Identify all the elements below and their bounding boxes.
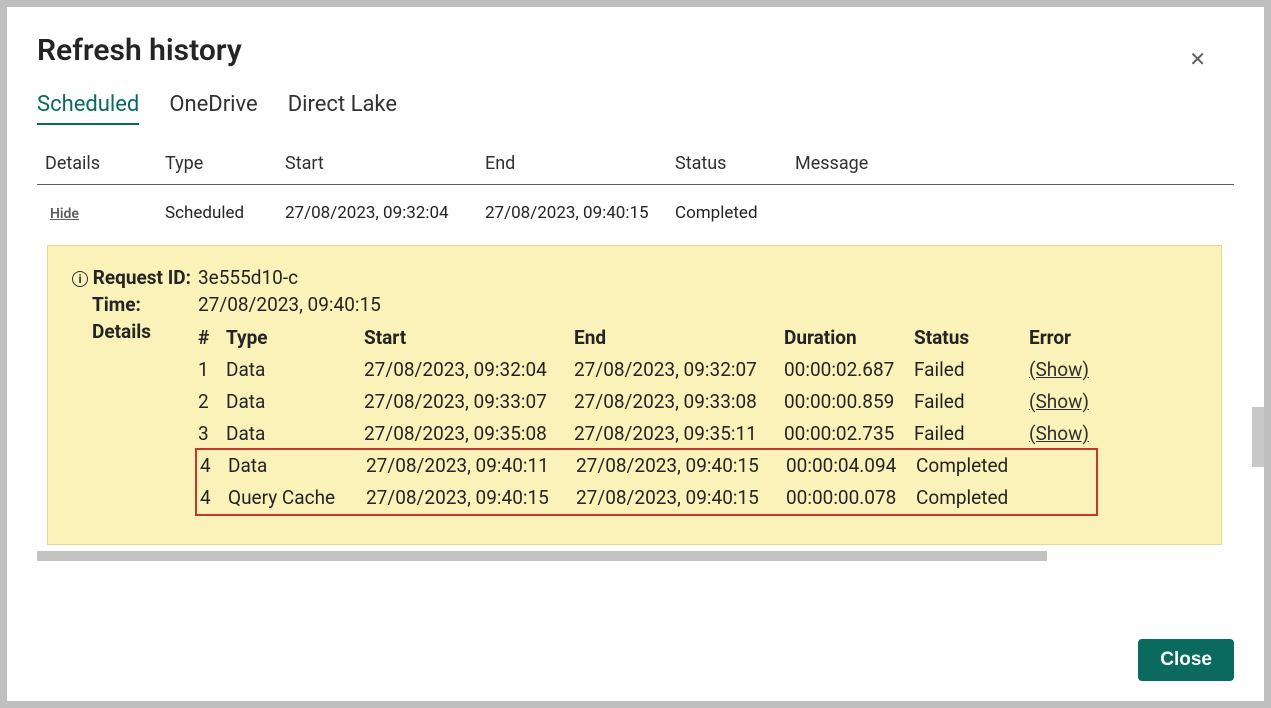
drow-type: Query Cache (228, 482, 366, 514)
dcol-start: Start (364, 322, 574, 354)
row-type: Scheduled (165, 203, 285, 223)
details-label: Details (68, 320, 198, 343)
drow-error: (Show) (1029, 418, 1109, 450)
row-status: Completed (675, 203, 795, 223)
details-row: 2Data27/08/2023, 09:33:0727/08/2023, 09:… (198, 386, 1201, 418)
drow-error: (Show) (1029, 354, 1109, 386)
dcol-type: Type (226, 322, 364, 354)
request-id-label: i Request ID: (68, 266, 198, 289)
show-error-link[interactable]: (Show) (1029, 390, 1089, 413)
dcol-status: Status (914, 322, 1029, 354)
drow-type: Data (226, 354, 364, 386)
close-icon[interactable]: ✕ (1189, 49, 1206, 69)
drow-n: 2 (198, 386, 226, 418)
col-details: Details (45, 153, 165, 174)
drow-status: Failed (914, 418, 1029, 450)
vertical-scrollbar[interactable] (1252, 407, 1264, 467)
highlight-box: 4Data27/08/2023, 09:40:1127/08/2023, 09:… (195, 448, 1098, 516)
request-id-label-text: Request ID: (93, 266, 191, 289)
drow-duration: 00:00:00.859 (784, 386, 914, 418)
col-start: Start (285, 153, 485, 174)
details-table: # Type Start End Duration Status Error 1… (198, 322, 1201, 516)
col-status: Status (675, 153, 795, 174)
drow-error (1031, 450, 1111, 482)
drow-status: Failed (914, 386, 1029, 418)
col-message: Message (795, 153, 995, 174)
show-error-link[interactable]: (Show) (1029, 358, 1089, 381)
drow-duration: 00:00:02.687 (784, 354, 914, 386)
dcol-duration: Duration (784, 322, 914, 354)
history-table-header: Details Type Start End Status Message (37, 153, 1234, 185)
drow-end: 27/08/2023, 09:35:11 (574, 418, 784, 450)
drow-n: 4 (200, 482, 228, 514)
dialog-body: ✕ Refresh history Scheduled OneDrive Dir… (7, 7, 1264, 701)
table-row: Hide Scheduled 27/08/2023, 09:32:04 27/0… (37, 185, 1234, 233)
drow-n: 3 (198, 418, 226, 450)
drow-error: (Show) (1029, 386, 1109, 418)
dialog-frame: ✕ Refresh history Scheduled OneDrive Dir… (0, 0, 1271, 708)
details-row: 3Data27/08/2023, 09:35:0827/08/2023, 09:… (198, 418, 1201, 450)
info-icon: i (72, 271, 88, 287)
drow-type: Data (226, 386, 364, 418)
drow-duration: 00:00:02.735 (784, 418, 914, 450)
tab-bar: Scheduled OneDrive Direct Lake (37, 92, 1234, 125)
drow-type: Data (228, 450, 366, 482)
drow-status: Completed (916, 482, 1031, 514)
tab-direct-lake[interactable]: Direct Lake (288, 92, 397, 125)
drow-n: 1 (198, 354, 226, 386)
row-start: 27/08/2023, 09:32:04 (285, 203, 485, 223)
drow-end: 27/08/2023, 09:40:15 (576, 482, 786, 514)
dcol-n: # (198, 322, 226, 354)
drow-start: 27/08/2023, 09:33:07 (364, 386, 574, 418)
col-type: Type (165, 153, 285, 174)
drow-end: 27/08/2023, 09:32:07 (574, 354, 784, 386)
row-end: 27/08/2023, 09:40:15 (485, 203, 675, 223)
detail-panel: i Request ID: 3e555d10-c Time: 27/08/202… (47, 245, 1222, 545)
drow-status: Failed (914, 354, 1029, 386)
close-button[interactable]: Close (1138, 639, 1234, 681)
dcol-end: End (574, 322, 784, 354)
time-value: 27/08/2023, 09:40:15 (198, 293, 1201, 316)
col-end: End (485, 153, 675, 174)
drow-start: 27/08/2023, 09:40:15 (366, 482, 576, 514)
horizontal-scrollbar[interactable] (37, 551, 1047, 561)
show-error-link[interactable]: (Show) (1029, 422, 1089, 445)
toggle-details-link[interactable]: Hide (45, 206, 79, 222)
drow-end: 27/08/2023, 09:33:08 (574, 386, 784, 418)
dcol-error: Error (1029, 322, 1109, 354)
details-table-header: # Type Start End Duration Status Error (198, 322, 1201, 354)
drow-duration: 00:00:00.078 (786, 482, 916, 514)
drow-end: 27/08/2023, 09:40:15 (576, 450, 786, 482)
tab-onedrive[interactable]: OneDrive (169, 92, 257, 125)
dialog-title: Refresh history (37, 33, 1234, 68)
drow-error (1031, 482, 1111, 514)
drow-start: 27/08/2023, 09:35:08 (364, 418, 574, 450)
details-row: 1Data27/08/2023, 09:32:0427/08/2023, 09:… (198, 354, 1201, 386)
drow-type: Data (226, 418, 364, 450)
tab-scheduled[interactable]: Scheduled (37, 92, 139, 125)
details-row: 4Data27/08/2023, 09:40:1127/08/2023, 09:… (200, 450, 1096, 482)
drow-n: 4 (200, 450, 228, 482)
request-id-value: 3e555d10-c (198, 266, 1201, 289)
drow-duration: 00:00:04.094 (786, 450, 916, 482)
drow-start: 27/08/2023, 09:40:11 (366, 450, 576, 482)
time-label: Time: (68, 293, 198, 316)
drow-start: 27/08/2023, 09:32:04 (364, 354, 574, 386)
drow-status: Completed (916, 450, 1031, 482)
details-row: 4Query Cache27/08/2023, 09:40:1527/08/20… (200, 482, 1096, 514)
